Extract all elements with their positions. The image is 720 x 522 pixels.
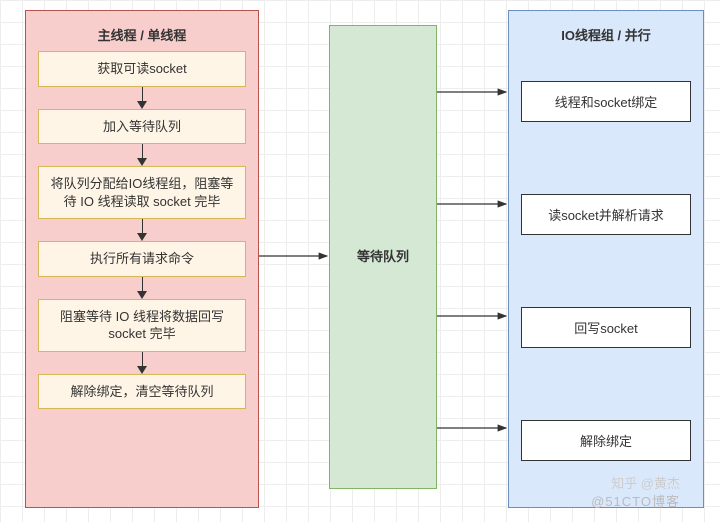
io-step-1: 线程和socket绑定 bbox=[521, 81, 691, 122]
panel-io-threads: IO线程组 / 并行 线程和socket绑定 读socket并解析请求 回写so… bbox=[508, 10, 704, 508]
main-step-1: 获取可读socket bbox=[38, 51, 246, 87]
io-step-2: 读socket并解析请求 bbox=[521, 194, 691, 235]
main-step-4: 执行所有请求命令 bbox=[38, 241, 246, 277]
main-steps-column: 获取可读socket 加入等待队列 将队列分配给IO线程组，阻塞等待 IO 线程… bbox=[38, 51, 246, 409]
main-step-6: 解除绑定，清空等待队列 bbox=[38, 374, 246, 410]
queue-label: 等待队列 bbox=[357, 246, 409, 265]
panel-wait-queue: 等待队列 bbox=[329, 25, 437, 489]
panel-main-thread: 主线程 / 单线程 获取可读socket 加入等待队列 将队列分配给IO线程组，… bbox=[25, 10, 259, 508]
arrow-down-icon bbox=[137, 158, 147, 166]
main-step-2: 加入等待队列 bbox=[38, 109, 246, 145]
diagram-canvas: 主线程 / 单线程 获取可读socket 加入等待队列 将队列分配给IO线程组，… bbox=[0, 0, 720, 522]
io-step-3: 回写socket bbox=[521, 307, 691, 348]
panel-io-title: IO线程组 / 并行 bbox=[521, 25, 691, 44]
arrow-down-icon bbox=[137, 233, 147, 241]
arrow-down-icon bbox=[137, 101, 147, 109]
arrow-down-icon bbox=[137, 366, 147, 374]
main-step-5: 阻塞等待 IO 线程将数据回写 socket 完毕 bbox=[38, 299, 246, 352]
io-step-4: 解除绑定 bbox=[521, 420, 691, 461]
panel-main-title: 主线程 / 单线程 bbox=[38, 25, 246, 44]
watermark-zhihu: 知乎 @黄杰 bbox=[611, 473, 680, 492]
watermark-51cto: @51CTO博客 bbox=[591, 491, 680, 510]
io-steps-column: 线程和socket绑定 读socket并解析请求 回写socket 解除绑定 bbox=[521, 73, 691, 461]
main-step-3: 将队列分配给IO线程组，阻塞等待 IO 线程读取 socket 完毕 bbox=[38, 166, 246, 219]
arrow-down-icon bbox=[137, 291, 147, 299]
